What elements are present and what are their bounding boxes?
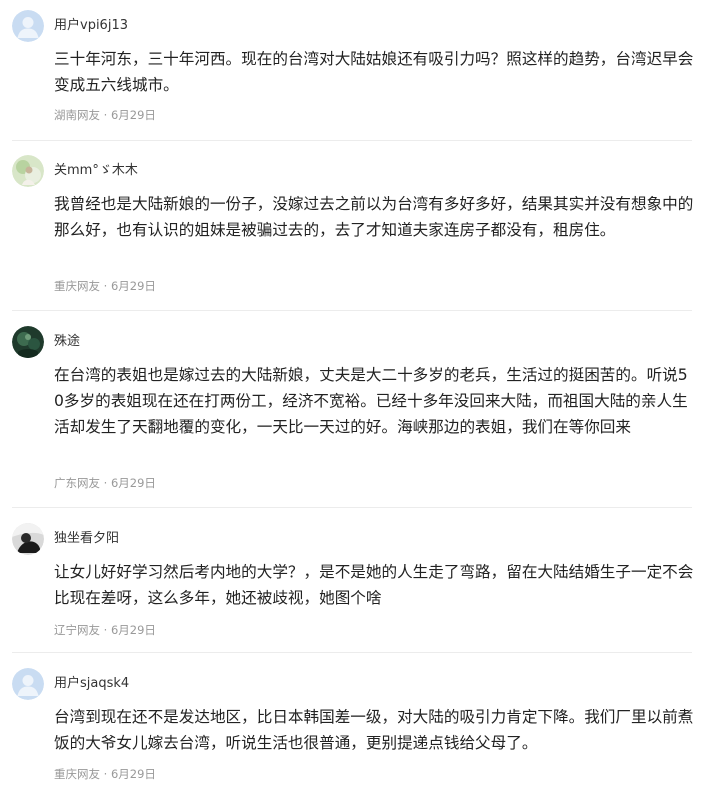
- default-user-icon[interactable]: [12, 10, 44, 42]
- comment-text: 我曾经也是大陆新娘的一份子，没嫁过去之前以为台湾有多好多好，结果其实并没有想象中…: [54, 195, 694, 239]
- comment-item: 独坐看夕阳 让女儿好好学习然后考内地的大学？，是不是她的人生走了弯路，留在大陆结…: [12, 523, 694, 643]
- default-user-icon[interactable]: [12, 668, 44, 700]
- comment-meta: 湖南网友 · 6月29日: [54, 108, 156, 122]
- meta-separator: ·: [100, 279, 111, 293]
- photo-avatar-icon[interactable]: [12, 523, 44, 555]
- comment-item: 用户sjaqsk4 台湾到现在还不是发达地区，比日本韩国差一级，对大陆的吸引力肯…: [12, 668, 694, 792]
- comment-meta: 重庆网友 · 6月29日: [54, 767, 156, 781]
- comment-text: 三十年河东，三十年河西。现在的台湾对大陆姑娘还有吸引力吗？照这样的趋势，台湾迟早…: [54, 50, 694, 94]
- photo-avatar-icon[interactable]: [12, 326, 44, 358]
- comment-location: 重庆网友: [54, 767, 100, 781]
- comment-location: 重庆网友: [54, 279, 100, 293]
- comment-meta: 重庆网友 · 6月29日: [54, 279, 156, 293]
- meta-separator: ·: [100, 767, 111, 781]
- comment-item: 殊途 在台湾的表姐也是嫁过去的大陆新娘，丈夫是大二十多岁的老兵，生活过的挺困苦的…: [12, 326, 692, 496]
- comment-divider: [12, 652, 692, 653]
- comment-date: 6月29日: [110, 623, 156, 637]
- comment-divider: [12, 140, 692, 141]
- comment-location: 广东网友: [54, 476, 100, 490]
- meta-separator: ·: [100, 623, 111, 637]
- comment-divider: [12, 310, 692, 311]
- comment-list: 用户vpi6j13 三十年河东，三十年河西。现在的台湾对大陆姑娘还有吸引力吗？照…: [0, 0, 706, 797]
- comment-item: 用户vpi6j13 三十年河东，三十年河西。现在的台湾对大陆姑娘还有吸引力吗？照…: [12, 10, 694, 130]
- comment-text: 在台湾的表姐也是嫁过去的大陆新娘，丈夫是大二十多岁的老兵，生活过的挺困苦的。听说…: [54, 366, 688, 436]
- meta-separator: ·: [100, 476, 111, 490]
- comment-date: 6月29日: [110, 767, 156, 781]
- comment-date: 6月29日: [110, 279, 156, 293]
- comment-username[interactable]: 关mm°ゞ木木: [54, 163, 138, 179]
- comment-meta: 广东网友 · 6月29日: [54, 476, 156, 490]
- comment-username[interactable]: 用户sjaqsk4: [54, 676, 129, 692]
- comment-meta: 辽宁网友 · 6月29日: [54, 623, 156, 637]
- comment-username[interactable]: 用户vpi6j13: [54, 18, 128, 34]
- comment-date: 6月29日: [110, 476, 156, 490]
- comment-text: 让女儿好好学习然后考内地的大学？，是不是她的人生走了弯路，留在大陆结婚生子一定不…: [54, 563, 694, 607]
- comment-divider: [12, 507, 692, 508]
- comment-username[interactable]: 独坐看夕阳: [54, 531, 119, 547]
- comment-text: 台湾到现在还不是发达地区，比日本韩国差一级，对大陆的吸引力肯定下降。我们厂里以前…: [54, 708, 694, 752]
- comment-item: 关mm°ゞ木木 我曾经也是大陆新娘的一份子，没嫁过去之前以为台湾有多好多好，结果…: [12, 155, 694, 305]
- comment-date: 6月29日: [110, 108, 156, 122]
- meta-separator: ·: [100, 108, 111, 122]
- comment-location: 辽宁网友: [54, 623, 100, 637]
- photo-avatar-icon[interactable]: [12, 155, 44, 187]
- comment-location: 湖南网友: [54, 108, 100, 122]
- comment-username[interactable]: 殊途: [54, 334, 80, 350]
